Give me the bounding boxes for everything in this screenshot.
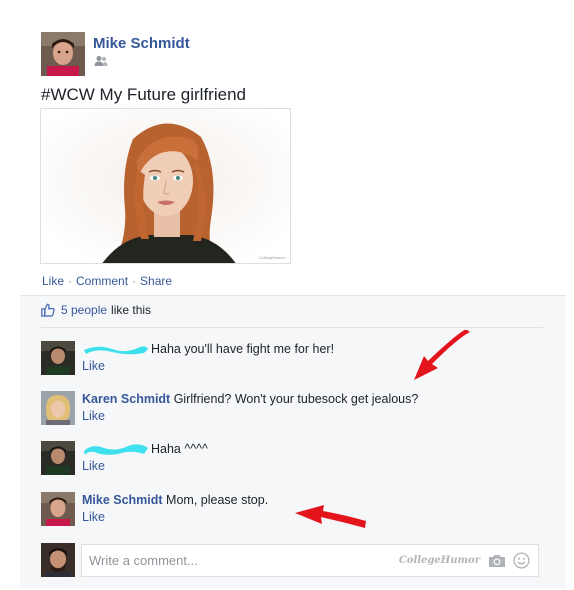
redaction-scribble (84, 444, 148, 455)
comment-action[interactable]: Comment (76, 274, 128, 288)
red-arrow-annotation (295, 505, 366, 528)
comment-like-link[interactable]: Like (82, 459, 105, 473)
feedback-section: 5 people like this Haha you'll have figh… (20, 295, 566, 588)
comment: Haha ^^^^ Like (41, 441, 551, 481)
smiley-icon[interactable] (513, 552, 530, 569)
author-name[interactable]: Mike Schmidt (93, 35, 190, 52)
composer-watermark: CollegeHumor (398, 555, 480, 566)
likes-suffix: like this (111, 303, 152, 317)
comment-text: Mom, please stop. (166, 493, 269, 507)
comment-body: Karen Schmidt Girlfriend? Won't your tub… (82, 391, 418, 408)
author-avatar[interactable] (41, 32, 85, 76)
likes-count[interactable]: 5 people (61, 303, 107, 317)
commenter-avatar[interactable] (41, 341, 75, 375)
comment-input[interactable]: Write a comment... (89, 553, 198, 568)
comment-like-link[interactable]: Like (82, 409, 105, 423)
divider (41, 327, 543, 328)
commenter-avatar[interactable] (41, 441, 75, 475)
comment-like-link[interactable]: Like (82, 510, 105, 524)
camera-icon[interactable] (488, 553, 506, 568)
comment-composer[interactable]: Write a comment... CollegeHumor (81, 544, 539, 577)
comment: Haha you'll have fight me for her! Like (41, 341, 551, 381)
comment-text: Girlfriend? Won't your tubesock get jeal… (173, 392, 419, 406)
comment-like-link[interactable]: Like (82, 359, 105, 373)
like-action[interactable]: Like (42, 274, 64, 288)
comment-text: Haha ^^^^ (151, 442, 208, 456)
likes-summary: 5 people like this (41, 303, 151, 317)
red-arrow-annotation (414, 330, 470, 380)
share-action[interactable]: Share (140, 274, 172, 288)
post-text: #WCW My Future girlfriend (41, 85, 246, 104)
photo-watermark: CollegeHumor (259, 255, 285, 260)
comment-body: Haha ^^^^ (82, 441, 208, 458)
commenter-name[interactable]: Mike Schmidt (82, 493, 166, 507)
commenter-name[interactable]: Karen Schmidt (82, 392, 174, 406)
action-separator: · (68, 274, 73, 288)
commenter-avatar[interactable] (41, 492, 75, 526)
friends-icon[interactable] (94, 55, 108, 67)
thumbs-up-icon (41, 303, 55, 317)
comment: Karen Schmidt Girlfriend? Won't your tub… (41, 391, 551, 431)
redaction-scribble (84, 346, 148, 355)
post-actions: Like · Comment · Share (42, 274, 172, 288)
composer-avatar (41, 543, 75, 577)
action-separator: · (132, 274, 137, 288)
commenter-avatar[interactable] (41, 391, 75, 425)
comment-text: Haha you'll have fight me for her! (151, 342, 335, 356)
comment-body: Haha you'll have fight me for her! (82, 341, 334, 358)
comment-body: Mike Schmidt Mom, please stop. (82, 492, 268, 509)
post-photo[interactable]: CollegeHumor (40, 108, 291, 264)
